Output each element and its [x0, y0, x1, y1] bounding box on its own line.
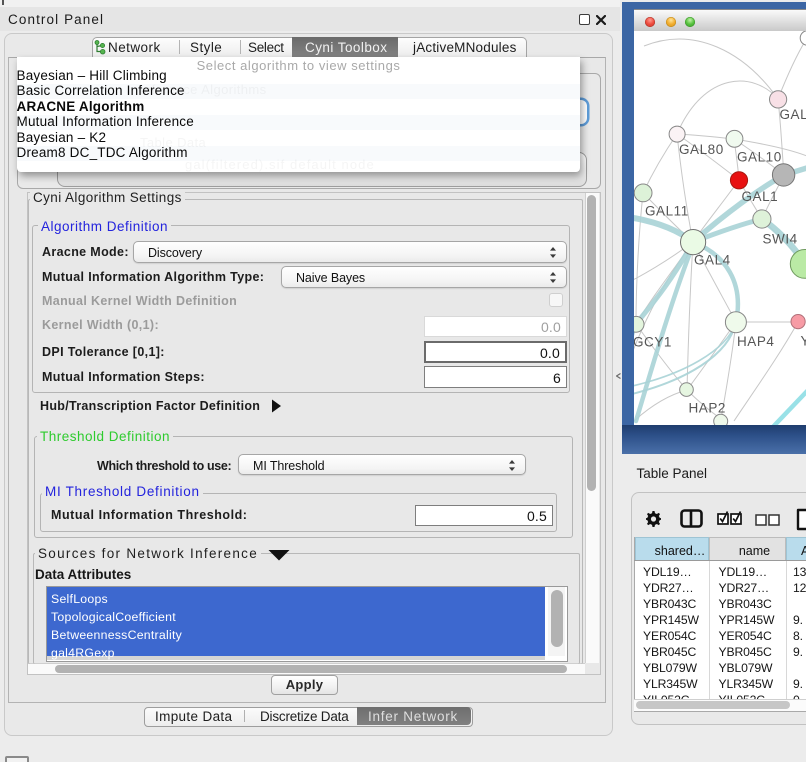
svg-text:GCY1: GCY1 — [634, 335, 672, 350]
svg-text:GAL4: GAL4 — [694, 253, 731, 268]
svg-text:GAL80: GAL80 — [679, 142, 724, 157]
svg-text:GAL10: GAL10 — [737, 150, 782, 165]
svg-text:GAL11: GAL11 — [645, 204, 689, 219]
svg-text:GAL1: GAL1 — [742, 189, 779, 204]
svg-text:HAP4: HAP4 — [737, 334, 774, 349]
svg-text:HAP2: HAP2 — [689, 401, 726, 416]
svg-text:SWI4: SWI4 — [763, 232, 798, 247]
svg-text:GAL: GAL — [780, 107, 806, 122]
svg-text:Y: Y — [801, 334, 806, 349]
